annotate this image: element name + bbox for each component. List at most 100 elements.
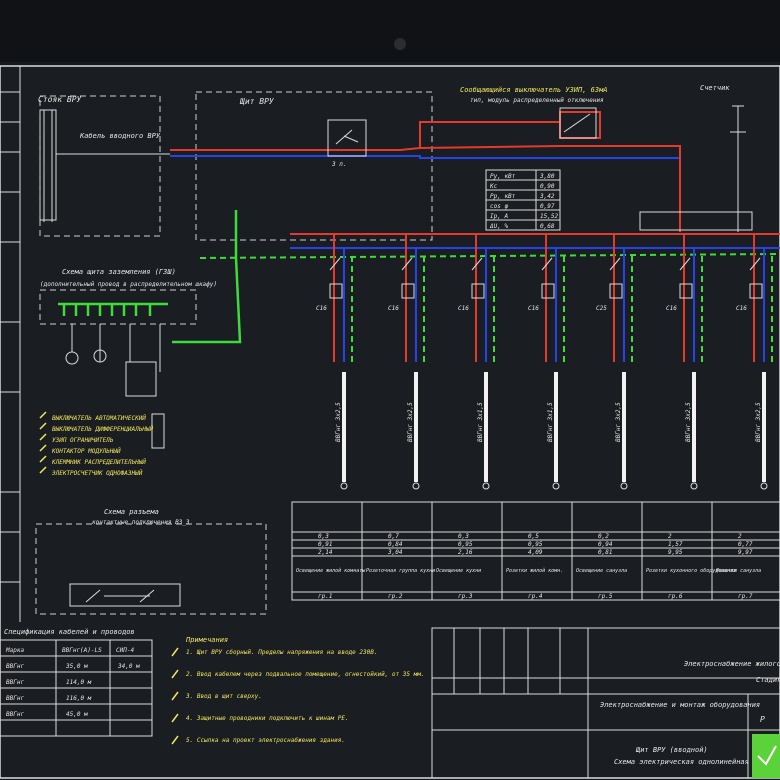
summary-value: 0,68 [540, 223, 555, 230]
summary-value: 3,80 [539, 173, 555, 180]
load-name: Розетки санузла [716, 568, 761, 574]
summary-value: 3,42 [539, 193, 555, 200]
panel-label: Щит ВРУ [239, 97, 275, 106]
breaker-rating: С16 [458, 305, 469, 312]
cable-header: ВВГнг(А)-LS [62, 647, 102, 654]
summary-key: Кс [489, 183, 498, 190]
load-cell: 0,7 [388, 533, 399, 540]
load-name: Освещение жилой комнаты [296, 568, 366, 574]
summary-key: Iр, А [490, 213, 508, 220]
cable-cell: 116,0 м [66, 695, 92, 702]
summary-key: cos φ [490, 203, 508, 210]
summary-key: Ру, кВт [490, 173, 516, 180]
sheet-no: Р [760, 715, 765, 724]
load-cell: 1,57 [668, 541, 683, 548]
legend-item: ЭЛЕКТРОСЧЕТЧИК ОДНОФАЗНЫЙ [52, 470, 143, 477]
load-cell: 0,5 [528, 533, 539, 540]
load-group: гр.1 [318, 593, 332, 600]
load-name: Освещение санузла [576, 568, 627, 574]
load-name: Розеточная группа кухни [366, 568, 435, 574]
cable-cell: ВВГнг [6, 711, 24, 718]
load-cell: 2,16 [458, 549, 473, 556]
load-cell: 0,77 [738, 541, 753, 548]
approval-stamp [752, 734, 780, 778]
drawing-title: Электроснабжение и монтаж оборудования [600, 701, 760, 709]
load-cell: 0,3 [318, 533, 329, 540]
cable-spec: ВВГнг 3х2,5 [407, 402, 414, 442]
load-cell: 2 [738, 533, 742, 540]
cable-spec: ВВГнг 3х2,5 [755, 402, 762, 442]
load-cell: 2,14 [318, 549, 333, 556]
load-name: Освещение кухни [436, 568, 481, 574]
load-cell: 9,95 [668, 549, 683, 556]
cable-spec: ВВГнг 3х2,5 [615, 402, 622, 442]
legend-item: УЗИП ОГРАНИЧИТЕЛЬ [52, 437, 114, 444]
cable-cell: ВВГнг [6, 679, 24, 686]
webcam-icon [394, 38, 406, 50]
cable-spec: ВВГнг 3х2,5 [335, 402, 342, 442]
cable-cell: 35,0 м [65, 663, 88, 670]
note-item: 1. Щит ВРУ сборный. Пределы напряжения н… [186, 649, 377, 656]
cable-cell: 34,0 м [117, 663, 140, 670]
load-cell: 0,95 [458, 541, 473, 548]
scheme-title: Схема разъема [104, 508, 159, 516]
cable-cell: ВВГнг [6, 695, 24, 702]
load-cell: 3,04 [387, 549, 403, 556]
cable-spec: ВВГнг 3х1,5 [477, 402, 484, 442]
load-cell: 0,94 [598, 541, 613, 548]
load-cell: 0,81 [598, 549, 612, 556]
section-subtitle: тип, модуль распределенный отключения [470, 97, 604, 104]
metering-label: Счетчик [700, 84, 730, 92]
load-cell: 2 [668, 533, 672, 540]
breaker-rating: С16 [736, 305, 747, 312]
monitor-bezel [0, 0, 780, 62]
cable-cell: 45,0 м [66, 711, 88, 718]
cable-cell: 114,0 м [66, 679, 92, 686]
breaker-rating: С16 [388, 305, 399, 312]
load-name: Розетки жилой комн. [506, 568, 563, 574]
load-cell: 0,3 [458, 533, 469, 540]
load-cell: 0,95 [528, 541, 543, 548]
load-cell: 0,2 [598, 533, 609, 540]
cable-header: СИП-4 [116, 647, 134, 654]
cad-drawing: Стояк ВРУ Кабель вводного ВРУ Щит ВРУ 3 … [0, 65, 780, 779]
drawing-name: Схема электрическая однолинейная [614, 758, 749, 766]
load-group: гр.7 [738, 593, 753, 600]
legend-item: ВЫКЛЮЧАТЕЛЬ АВТОМАТИЧЕСКИЙ [52, 415, 146, 422]
note-item: 3. Ввод в щит сверху. [185, 693, 262, 700]
load-group: гр.2 [388, 593, 403, 600]
note-item: 4. Защитные проводники подключить к шина… [186, 715, 349, 722]
summary-value: 15,52 [540, 213, 558, 220]
svg-text:3 п.: 3 п. [331, 161, 346, 168]
summary-value: 0,97 [540, 203, 555, 210]
summary-value: 0,90 [540, 183, 555, 190]
load-cell: 9,97 [738, 549, 753, 556]
panel-name: Щит ВРУ (вводной) [635, 746, 708, 754]
load-cell: 4,09 [528, 549, 543, 556]
load-cell: 0,91 [318, 541, 332, 548]
load-group: гр.5 [598, 593, 613, 600]
company-title: Электроснабжение жилого дома [684, 660, 780, 668]
note-item: 2. Ввод кабелем через подвальное помещен… [186, 671, 424, 678]
breaker-rating: С16 [316, 305, 327, 312]
cable-header: Марка [5, 647, 24, 654]
cable-spec: ВВГнг 3х2,5 [685, 402, 692, 442]
load-group: гр.4 [528, 593, 543, 600]
section-title: Сообщающийся выключатель УЗИП, 63мА [460, 86, 608, 94]
bus-sublabel: (дополнительный провод в распределительн… [40, 281, 217, 288]
legend-item: КОНТАКТОР МОДУЛЬНЫЙ [51, 448, 121, 455]
load-group: гр.3 [458, 593, 473, 600]
breaker-rating: С16 [528, 305, 539, 312]
monitor-screen: Стояк ВРУ Кабель вводного ВРУ Щит ВРУ 3 … [0, 0, 780, 780]
cable-cell: ВВГнг [6, 663, 24, 670]
load-group: гр.6 [668, 593, 683, 600]
breaker-rating: С16 [666, 305, 677, 312]
notes-title: Примечания [185, 636, 228, 644]
breaker-rating: С25 [596, 305, 607, 312]
load-cell: 0,84 [388, 541, 403, 548]
legend-item: ВЫКЛЮЧАТЕЛЬ ДИФФЕРЕНЦИАЛЬНЫЙ [52, 426, 154, 433]
note-item: 5. Ссылка на проект электроснабжения зда… [186, 737, 345, 744]
scheme-subtitle: контактные подключения ВЗ_3 [92, 519, 190, 526]
cable-table-title: Спецификация кабелей и проводов [4, 628, 135, 636]
cable-spec: ВВГнг 3х1,5 [547, 402, 554, 442]
